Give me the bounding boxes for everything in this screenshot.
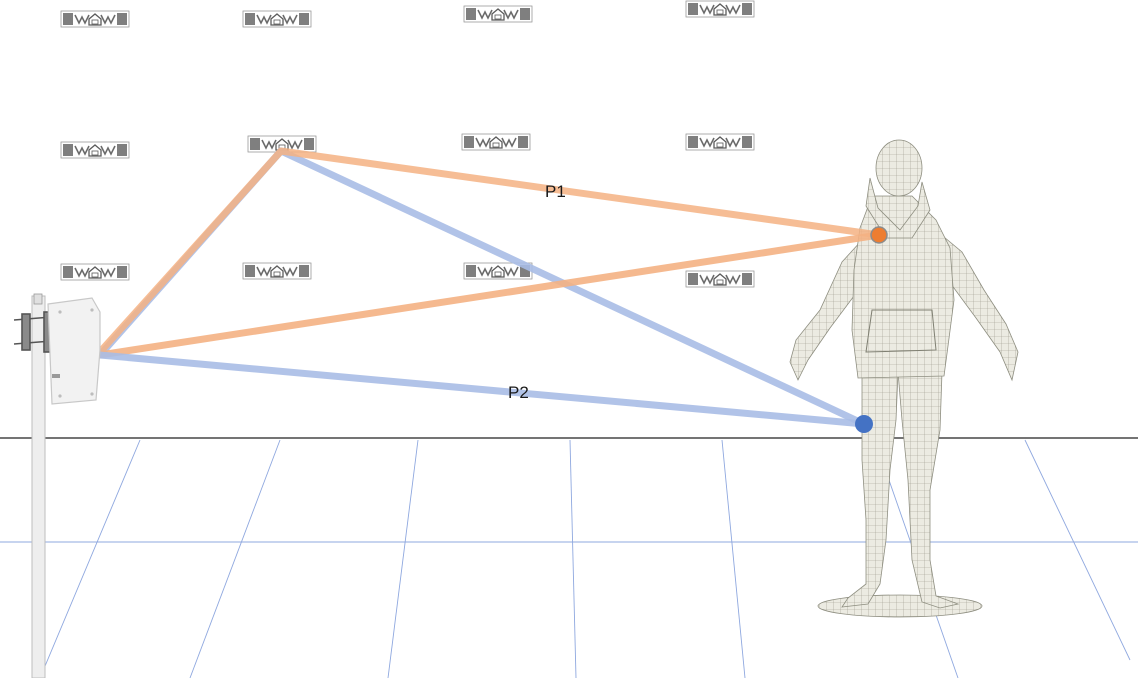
- rfid-tag-icon: [463, 5, 533, 23]
- floor-line: [1024, 439, 1131, 661]
- floor-line: [39, 439, 141, 678]
- mannequin-left-arm: [789, 238, 863, 381]
- path-p2-reflected: [96, 147, 868, 428]
- rfid-multipath-scene: P1 P2: [0, 0, 1138, 678]
- rfid-tag-icon: [461, 133, 531, 151]
- floor-line: [569, 439, 577, 678]
- rfid-tag-array: [60, 0, 755, 288]
- antenna-panel: [47, 297, 101, 405]
- path-p1-direct: [96, 231, 883, 359]
- p2-label: P2: [508, 383, 529, 402]
- signal-paths: [96, 147, 883, 428]
- rfid-tag-icon: [685, 133, 755, 151]
- path-p2-direct: [96, 351, 868, 428]
- p2-endpoint-marker: [855, 415, 873, 433]
- floor-grid: [0, 439, 1138, 678]
- rfid-tag-icon: [685, 0, 755, 18]
- mannequin-head: [875, 139, 923, 197]
- p1-label: P1: [545, 182, 566, 201]
- reader-antenna-icon: [13, 293, 101, 678]
- rfid-tag-icon: [60, 141, 130, 159]
- floor-line: [721, 439, 746, 678]
- rfid-tag-icon: [242, 262, 312, 280]
- mannequin-figure: [789, 139, 1019, 618]
- floor-line: [189, 439, 281, 678]
- pole-cap: [33, 293, 43, 305]
- rfid-tag-icon: [685, 270, 755, 288]
- rfid-tag-icon: [60, 263, 130, 281]
- p1-endpoint-marker: [870, 226, 888, 244]
- mannequin-right-leg: [897, 371, 960, 609]
- rfid-tag-icon: [242, 10, 312, 28]
- rfid-tag-icon: [60, 10, 130, 28]
- mannequin-left-leg: [841, 371, 899, 608]
- floor-line: [387, 439, 419, 678]
- pole: [31, 295, 46, 678]
